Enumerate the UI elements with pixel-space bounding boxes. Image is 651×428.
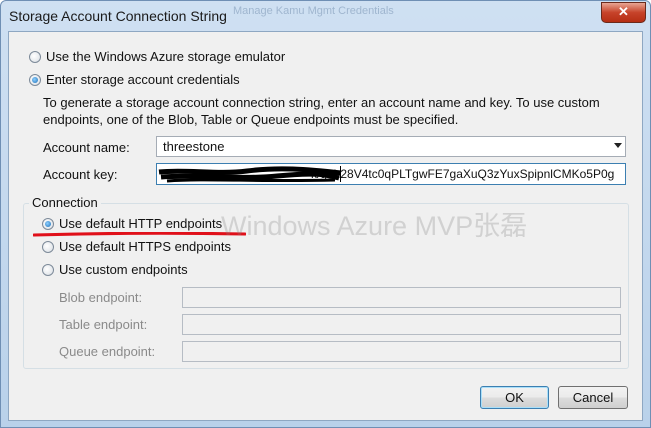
instruction-line-1: To generate a storage account connection… <box>43 95 600 110</box>
http-label[interactable]: Use default HTTP endpoints <box>59 216 222 231</box>
account-name-label: Account name: <box>43 140 130 155</box>
https-label[interactable]: Use default HTTPS endpoints <box>59 239 231 254</box>
background-window-text: Manage Kamu Mgmt Credentials <box>233 5 394 17</box>
account-name-combobox[interactable]: threestone <box>156 136 626 157</box>
table-endpoint-input[interactable] <box>182 314 621 335</box>
connection-group-label: Connection <box>29 195 101 210</box>
account-key-input[interactable]: k/gnh28V4tc0qPLTgwFE7gaXuQ3zYuxSpipnlCMK… <box>156 163 626 185</box>
close-icon: ✕ <box>618 4 629 19</box>
text-caret <box>340 166 341 182</box>
watermark-text: Windows Azure MVP张磊 <box>221 211 528 241</box>
dialog-window: Storage Account Connection String Manage… <box>0 0 651 428</box>
blob-endpoint-input[interactable] <box>182 287 621 308</box>
account-key-visible-text: k/gnh28V4tc0qPLTgwFE7gaXuQ3zYuxSpipnlCMK… <box>311 167 615 181</box>
emulator-label[interactable]: Use the Windows Azure storage emulator <box>46 49 285 64</box>
https-radio[interactable] <box>42 241 54 253</box>
redaction-scribble-icon <box>158 166 342 183</box>
account-name-value: threestone <box>163 139 225 154</box>
close-button[interactable]: ✕ <box>601 2 646 23</box>
dialog-client-area: Use the Windows Azure storage emulator E… <box>8 31 643 421</box>
custom-label[interactable]: Use custom endpoints <box>59 262 188 277</box>
window-title: Storage Account Connection String <box>9 8 227 24</box>
instruction-line-2: endpoints, one of the Blob, Table or Que… <box>43 112 459 127</box>
emulator-radio[interactable] <box>29 51 41 63</box>
account-key-label: Account key: <box>43 167 118 182</box>
annotation-underline <box>33 232 246 237</box>
chevron-down-icon[interactable] <box>614 143 622 148</box>
blob-endpoint-label: Blob endpoint: <box>59 290 143 305</box>
table-endpoint-label: Table endpoint: <box>59 317 148 332</box>
credentials-label[interactable]: Enter storage account credentials <box>46 72 240 87</box>
custom-radio[interactable] <box>42 264 54 276</box>
credentials-radio[interactable] <box>29 74 41 86</box>
title-bar[interactable]: Storage Account Connection String Manage… <box>1 1 650 31</box>
cancel-button[interactable]: Cancel <box>558 386 628 409</box>
queue-endpoint-label: Queue endpoint: <box>59 344 156 359</box>
http-radio[interactable] <box>42 218 54 230</box>
queue-endpoint-input[interactable] <box>182 341 621 362</box>
ok-button[interactable]: OK <box>480 386 549 409</box>
